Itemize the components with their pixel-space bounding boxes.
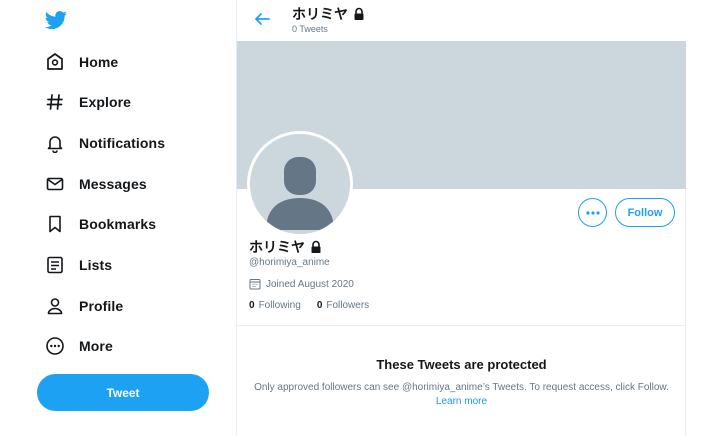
profile-name-text: ホリミヤ [249,239,305,255]
profile-handle: @horimiya_anime [249,257,330,268]
learn-more-link[interactable]: Learn more [436,396,487,407]
protected-text: Only approved followers can see @horimiy… [254,382,669,393]
profile-header-bar: ホリミヤ 0 Tweets [237,0,686,41]
list-icon [45,255,65,275]
nav-label-explore: Explore [79,94,132,110]
protected-title: These Tweets are protected [376,357,547,372]
nav-label-home: Home [79,54,119,70]
ellipsis-icon [585,210,600,215]
home-icon [45,52,65,72]
nav-label-more: More [79,338,113,354]
twitter-logo-icon[interactable] [44,9,68,31]
section-divider [237,325,686,326]
profile-stats: 0 Following 0 Followers [249,300,385,311]
nav-item-notifications[interactable]: Notifications [45,129,165,157]
nav-item-bookmarks[interactable]: Bookmarks [45,210,156,238]
joined-date: Joined August 2020 [249,278,354,290]
hashtag-icon [45,92,65,112]
nav-item-profile[interactable]: Profile [45,292,123,320]
profile-column: ホリミヤ 0 Tweets Follow ホリミヤ @horimiya_anim… [236,0,686,436]
followers-link[interactable]: 0 Followers [317,300,369,311]
joined-text: Joined August 2020 [266,278,354,290]
header-name-text: ホリミヤ [292,6,348,22]
following-count: 0 [249,300,255,311]
lock-icon [311,240,321,253]
default-avatar-icon [250,134,350,234]
following-link[interactable]: 0 Following [249,300,301,311]
nav-label-lists: Lists [79,257,113,273]
nav-label-notifications: Notifications [79,135,166,151]
bell-icon [45,133,65,153]
header-name: ホリミヤ [292,4,366,24]
followers-label: Followers [326,300,370,311]
sidebar-nav: Home Explore Notifications Messages Book… [0,0,236,436]
nav-item-home[interactable]: Home [45,48,118,76]
lock-icon [354,7,364,20]
nav-item-lists[interactable]: Lists [45,251,112,279]
nav-label-messages: Messages [79,176,147,192]
calendar-icon [249,279,261,290]
protected-message: Only approved followers can see @horimiy… [251,381,672,409]
profile-name: ホリミヤ [249,237,323,257]
avatar[interactable] [247,131,353,237]
more-options-button[interactable] [578,198,607,227]
person-icon [45,296,65,316]
nav-item-explore[interactable]: Explore [45,88,131,116]
more-circle-icon [45,336,65,356]
follow-button[interactable]: Follow [615,198,675,227]
envelope-icon [45,174,65,194]
back-arrow-icon[interactable] [253,10,271,28]
followers-count: 0 [316,300,323,311]
nav-label-bookmarks: Bookmarks [79,216,157,232]
bookmark-icon [45,214,65,234]
tweet-count: 0 Tweets [292,24,328,34]
nav-label-profile: Profile [79,298,124,314]
nav-item-messages[interactable]: Messages [45,170,147,198]
nav-item-more[interactable]: More [45,332,113,360]
following-label: Following [258,300,301,311]
tweet-button[interactable]: Tweet [37,374,209,411]
